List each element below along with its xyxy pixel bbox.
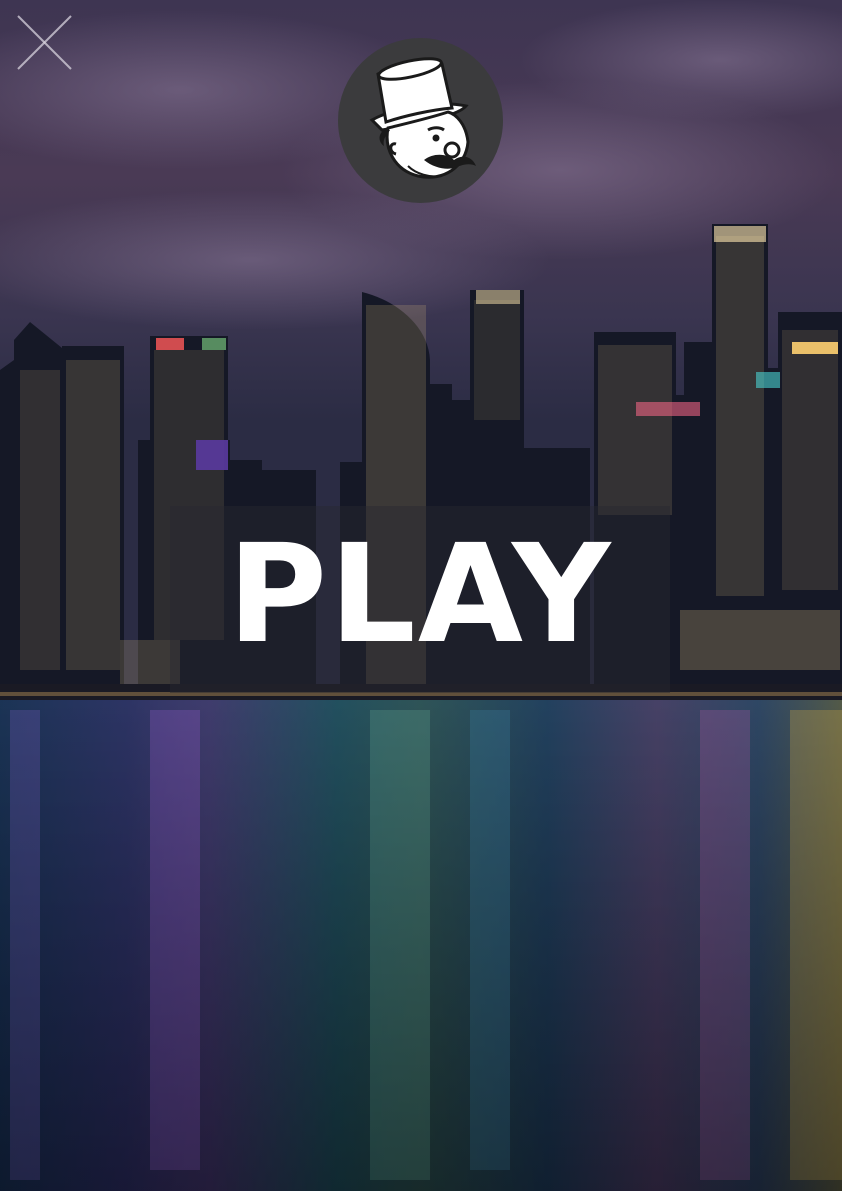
- play-button-label: PLAY: [227, 516, 613, 674]
- close-icon: [17, 15, 72, 70]
- top-hat-mascot-icon: [369, 57, 476, 179]
- logo: [338, 38, 503, 203]
- close-button[interactable]: [14, 12, 76, 74]
